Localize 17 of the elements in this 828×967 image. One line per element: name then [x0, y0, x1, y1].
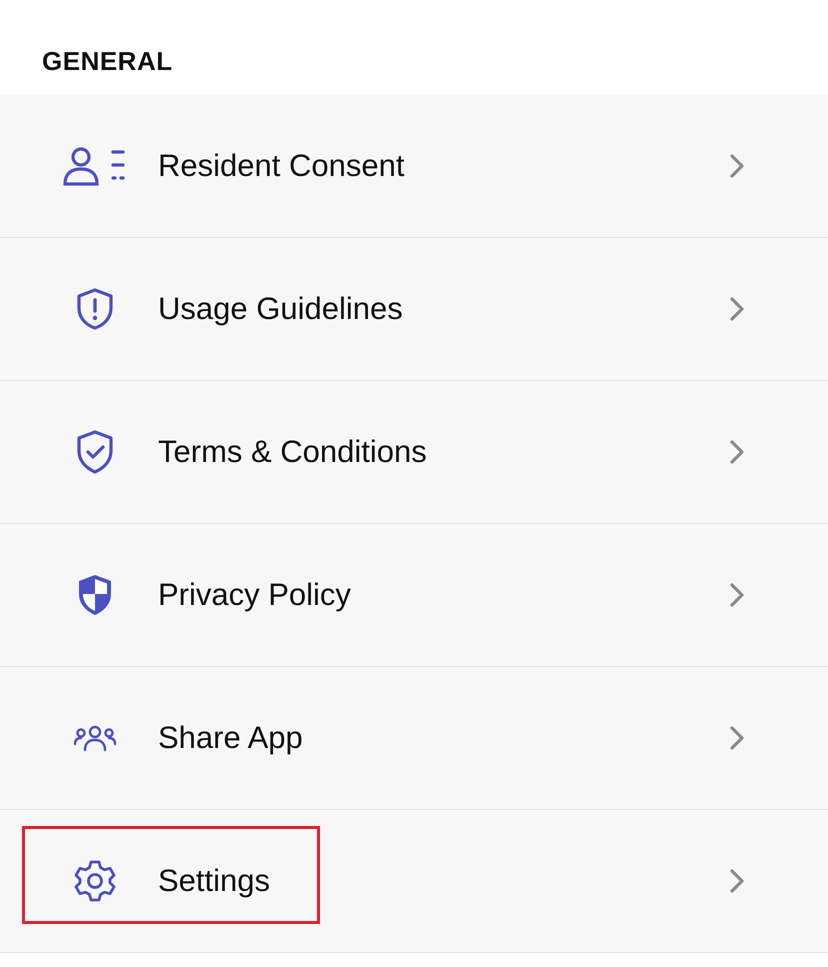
- chevron-icon: [730, 297, 744, 321]
- menu-item[interactable]: Privacy Policy: [158, 577, 730, 613]
- chevron-icon: [730, 726, 744, 750]
- chevron-icon: [730, 440, 744, 464]
- settings-icon: [73, 859, 117, 903]
- chevron-icon: [730, 154, 744, 178]
- shield-exclamation-icon: [75, 287, 115, 331]
- people-icon: [73, 724, 117, 752]
- menu-item[interactable]: Usage Guidelines: [158, 291, 730, 327]
- section-title: GENERAL: [42, 46, 173, 76]
- menu-item[interactable]: Terms & Conditions: [158, 434, 730, 470]
- shield-check-icon: [75, 429, 115, 475]
- menu-item[interactable]: Share App: [158, 720, 730, 756]
- menu-item[interactable]: Settings: [158, 863, 730, 899]
- chevron-icon: [730, 583, 744, 607]
- menu-item[interactable]: Resident Consent: [158, 148, 730, 184]
- chevron-icon: [730, 869, 744, 893]
